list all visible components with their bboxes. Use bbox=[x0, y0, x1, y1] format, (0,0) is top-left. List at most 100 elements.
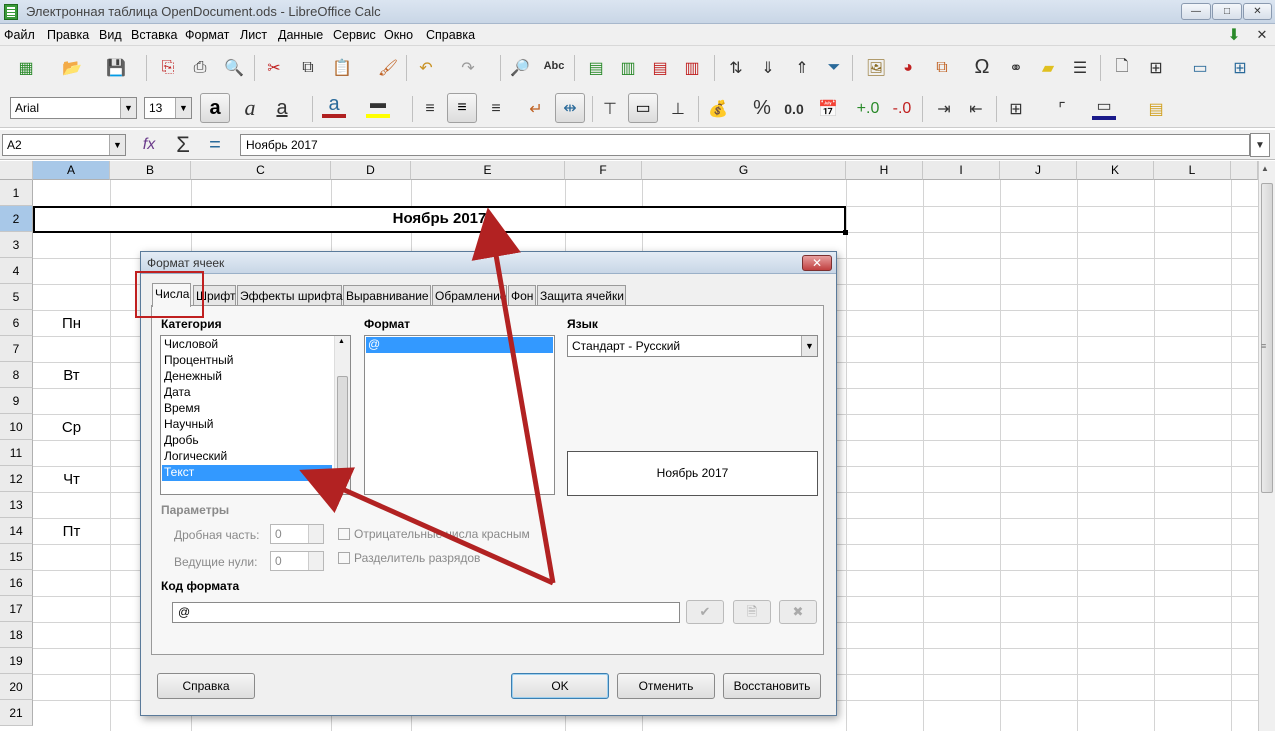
category-item-selected[interactable]: Текст bbox=[162, 465, 332, 481]
tab-numbers[interactable]: Числа bbox=[152, 283, 191, 307]
border-color-icon[interactable]: ▭ bbox=[1092, 96, 1116, 120]
row-header[interactable]: 11 bbox=[0, 440, 33, 466]
column-header[interactable]: G bbox=[642, 161, 846, 180]
insert-chart-icon[interactable]: ◕ bbox=[896, 56, 920, 80]
tab-font[interactable]: Шрифт bbox=[193, 285, 236, 305]
special-character-icon[interactable]: Ω bbox=[970, 55, 994, 79]
column-header[interactable]: I bbox=[923, 161, 1000, 180]
category-item[interactable]: Научный bbox=[162, 417, 332, 433]
menu-file[interactable]: Файл bbox=[4, 28, 35, 42]
cut-icon[interactable]: ✂ bbox=[262, 56, 286, 80]
row-header[interactable]: 18 bbox=[0, 622, 33, 648]
row-header[interactable]: 9 bbox=[0, 388, 33, 414]
pivot-table-icon[interactable]: ⧉ bbox=[930, 56, 954, 80]
scroll-down-icon[interactable]: ▼ bbox=[338, 485, 345, 492]
export-pdf-icon[interactable]: ⎘ bbox=[156, 56, 180, 80]
insert-row-icon[interactable]: ▤ bbox=[584, 56, 608, 80]
column-header[interactable]: L bbox=[1154, 161, 1231, 180]
help-button[interactable]: Справка bbox=[157, 673, 255, 699]
insert-column-icon[interactable]: ▥ bbox=[616, 56, 640, 80]
formula-input[interactable]: Ноябрь 2017 bbox=[240, 134, 1250, 156]
column-header[interactable]: A bbox=[33, 161, 110, 180]
scrollbar-thumb[interactable] bbox=[337, 376, 348, 476]
vertical-scrollbar[interactable]: ▲ ≡ bbox=[1258, 161, 1275, 731]
row-header[interactable]: 3 bbox=[0, 232, 33, 258]
category-scrollbar[interactable]: ▲ ▼ bbox=[334, 336, 350, 494]
hyperlink-icon[interactable]: ⚭ bbox=[1004, 56, 1028, 80]
fill-handle[interactable] bbox=[843, 230, 848, 235]
print-preview-icon[interactable]: 🔍 bbox=[222, 56, 246, 80]
border-style-icon[interactable]: ⌜ bbox=[1050, 97, 1074, 121]
row-header[interactable]: 6 bbox=[0, 310, 33, 336]
language-select[interactable]: Стандарт - Русский ▼ bbox=[567, 335, 818, 357]
column-header[interactable]: C bbox=[191, 161, 331, 180]
tab-cell-protection[interactable]: Защита ячейки bbox=[537, 285, 626, 305]
weekday-cell[interactable]: Пт bbox=[33, 523, 110, 540]
row-header[interactable]: 15 bbox=[0, 544, 33, 570]
row-header[interactable]: 10 bbox=[0, 414, 33, 440]
insert-image-icon[interactable]: 🖼 bbox=[864, 56, 888, 80]
format-code-input[interactable]: @ bbox=[172, 602, 680, 623]
row-header[interactable]: 13 bbox=[0, 492, 33, 518]
menu-data[interactable]: Данные bbox=[278, 28, 323, 42]
close-document-icon[interactable]: ✕ bbox=[1250, 23, 1274, 47]
row-header[interactable]: 2 bbox=[0, 206, 33, 232]
center-vertically-button[interactable]: ▭ bbox=[628, 93, 658, 123]
close-window-button[interactable]: ✕ bbox=[1243, 3, 1272, 20]
thousands-separator-checkbox[interactable] bbox=[338, 552, 350, 564]
chevron-down-icon[interactable]: ▼ bbox=[175, 98, 191, 118]
bold-button[interactable]: a bbox=[200, 93, 230, 123]
sort-ascending-icon[interactable]: ⇑ bbox=[790, 56, 814, 80]
sidebar-icon[interactable]: ⊞ bbox=[1228, 56, 1252, 80]
column-header[interactable]: B bbox=[110, 161, 191, 180]
equals-icon[interactable]: = bbox=[203, 133, 227, 157]
category-listbox[interactable]: Числовой Процентный Денежный Дата Время … bbox=[160, 335, 351, 495]
decrease-indent-icon[interactable]: ⇤ bbox=[964, 97, 988, 121]
apply-code-button[interactable]: ✔ bbox=[686, 600, 724, 624]
align-right-icon[interactable]: ≡ bbox=[484, 97, 508, 121]
delete-code-button[interactable]: ✖ bbox=[779, 600, 817, 624]
category-item[interactable]: Денежный bbox=[162, 369, 332, 385]
minimize-button[interactable]: — bbox=[1181, 3, 1211, 20]
row-header[interactable]: 14 bbox=[0, 518, 33, 544]
print-icon[interactable]: ⎙ bbox=[188, 56, 212, 80]
column-header[interactable]: K bbox=[1077, 161, 1154, 180]
row-header[interactable]: 7 bbox=[0, 336, 33, 362]
column-header[interactable]: H bbox=[846, 161, 923, 180]
save-icon[interactable]: 💾 bbox=[104, 56, 128, 80]
sort-descending-icon[interactable]: ⇓ bbox=[756, 56, 780, 80]
increase-indent-icon[interactable]: ⇥ bbox=[932, 97, 956, 121]
highlight-color-icon[interactable]: ▬ bbox=[366, 94, 390, 118]
delete-row-icon[interactable]: ▤ bbox=[648, 56, 672, 80]
category-item[interactable]: Процентный bbox=[162, 353, 332, 369]
number-format-icon[interactable]: 0.0 bbox=[782, 97, 806, 121]
wrap-text-icon[interactable]: ↵ bbox=[524, 97, 548, 121]
spellcheck-icon[interactable]: Abc bbox=[542, 54, 566, 78]
italic-button[interactable]: a bbox=[238, 95, 262, 120]
menu-edit[interactable]: Правка bbox=[47, 28, 89, 42]
row-header[interactable]: 12 bbox=[0, 466, 33, 492]
column-header[interactable]: J bbox=[1000, 161, 1077, 180]
category-item[interactable]: Время bbox=[162, 401, 332, 417]
negative-red-checkbox[interactable] bbox=[338, 528, 350, 540]
weekday-cell[interactable]: Пн bbox=[33, 315, 110, 332]
copy-icon[interactable]: ⧉ bbox=[296, 56, 320, 80]
new-document-icon[interactable]: ▦ bbox=[14, 56, 38, 80]
edit-comment-button[interactable]: 🗎 bbox=[733, 600, 771, 624]
update-icon[interactable]: ⬇ bbox=[1222, 23, 1246, 47]
function-wizard-icon[interactable]: fx bbox=[137, 133, 161, 157]
chevron-down-icon[interactable]: ▼ bbox=[120, 98, 136, 118]
weekday-cell[interactable]: Ср bbox=[33, 419, 110, 436]
align-bottom-icon[interactable]: ⊥ bbox=[666, 97, 690, 121]
maximize-button[interactable]: □ bbox=[1212, 3, 1242, 20]
menu-sheet[interactable]: Лист bbox=[240, 28, 267, 42]
column-header[interactable]: F bbox=[565, 161, 642, 180]
weekday-cell[interactable]: Чт bbox=[33, 471, 110, 488]
headers-footers-icon[interactable]: ☰ bbox=[1068, 56, 1092, 80]
autofilter-icon[interactable]: ⏷ bbox=[822, 56, 846, 80]
delete-column-icon[interactable]: ▥ bbox=[680, 56, 704, 80]
underline-button[interactable]: a bbox=[270, 96, 294, 120]
format-listbox[interactable]: @ bbox=[364, 335, 555, 495]
tab-background[interactable]: Фон bbox=[508, 285, 536, 305]
column-header[interactable]: D bbox=[331, 161, 411, 180]
